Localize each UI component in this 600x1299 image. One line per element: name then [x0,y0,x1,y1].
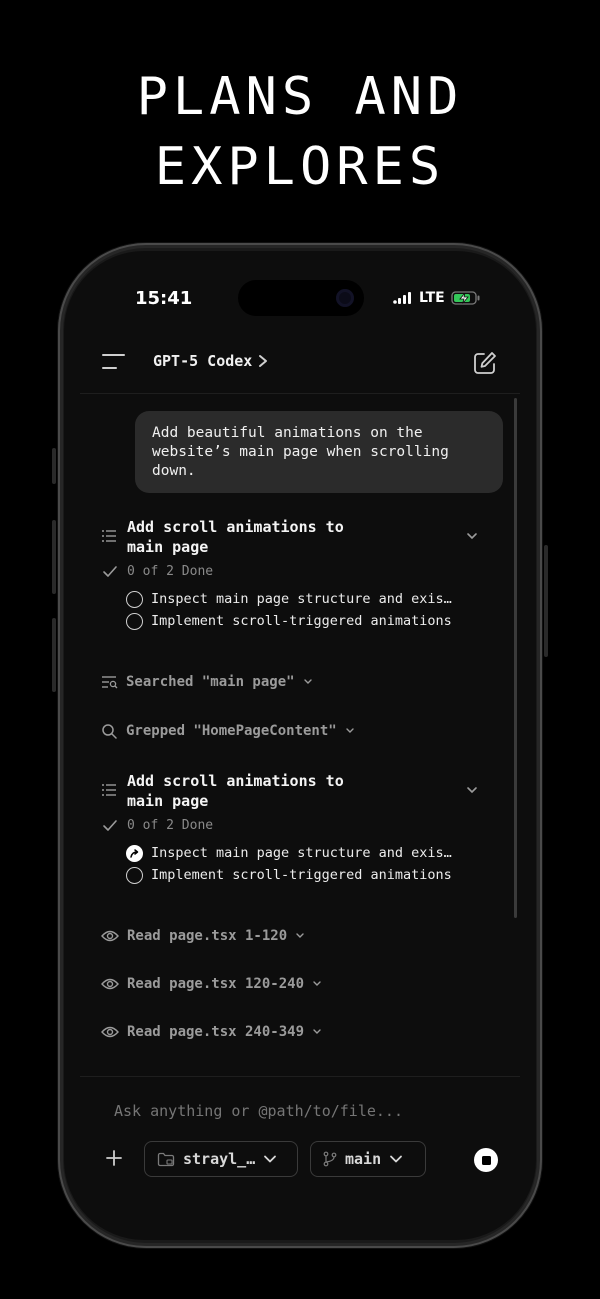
phone-screen [64,251,536,1240]
stop-button[interactable] [474,1148,498,1172]
chevron-down-icon [390,1155,403,1163]
plan-title-line-2: main page [127,538,209,556]
plan-title-line-2: main page [127,792,209,810]
plus-icon[interactable] [104,1148,124,1168]
plan-title: Add scroll animations to main page [127,517,427,557]
action-button [52,448,56,484]
chevron-right-icon [259,355,268,367]
dynamic-island [238,280,364,316]
task-item[interactable]: Inspect main page structure and exis… [126,589,452,609]
task-item[interactable]: Inspect main page structure and exis… [126,843,452,863]
chevron-down-icon [264,1155,277,1163]
power-button [544,545,548,657]
read-action[interactable]: Read page.tsx 240-349 [101,1024,322,1040]
grepped-label: Grepped "HomePageContent" [126,723,337,739]
stop-icon [481,1155,491,1165]
plan-progress: 0 of 2 Done [127,564,214,579]
git-branch-icon [323,1151,337,1167]
scrollbar[interactable] [514,398,517,918]
check-icon [103,566,117,577]
task-in-progress-icon [126,844,143,862]
list-icon [102,784,116,796]
task-pending-icon [126,866,143,884]
user-message-text: Add beautiful animations on the website’… [152,425,449,479]
network-type: LTE [419,290,445,306]
branch-selector[interactable]: main [310,1141,426,1177]
chevron-down-icon [313,981,321,986]
searched-label: Searched "main page" [126,674,295,690]
plan-title-line-1: Add scroll animations to [127,518,344,536]
eye-icon [101,930,119,942]
new-chat-icon[interactable] [472,350,498,376]
repo-selector[interactable]: strayl_… [144,1141,298,1177]
check-icon [103,820,117,831]
chevron-down-icon [303,679,312,684]
model-name: GPT-5 Codex [153,352,253,370]
model-selector[interactable]: GPT-5 Codex [153,352,268,370]
headline-line-1: PLANS AND [136,67,464,127]
read-action[interactable]: Read page.tsx 120-240 [101,976,322,992]
branch-label: main [345,1150,382,1168]
task-label: Inspect main page structure and exis… [151,845,452,861]
search-icon [102,724,117,739]
repo-label: strayl_… [183,1150,256,1168]
composer-input[interactable] [114,1102,494,1120]
camera-icon [336,289,354,307]
headline: PLANS AND EXPLORES [0,62,600,202]
headline-line-2: EXPLORES [154,137,446,197]
read-label: Read page.tsx 1-120 [127,928,288,944]
task-pending-icon [126,590,143,608]
plan-title: Add scroll animations to main page [127,771,427,811]
volume-up-button [52,520,56,594]
task-pending-icon [126,612,143,630]
menu-icon[interactable] [100,352,126,372]
chevron-down-icon [296,933,304,938]
plan-title-line-1: Add scroll animations to [127,772,344,790]
task-item[interactable]: Implement scroll-triggered animations [126,865,452,885]
list-icon [102,530,116,542]
task-item[interactable]: Implement scroll-triggered animations [126,611,452,631]
searched-action[interactable]: Searched "main page" [101,674,313,690]
status-time: 15:41 [135,288,193,309]
status-indicators: LTE [393,290,481,306]
read-label: Read page.tsx 240-349 [127,1024,305,1040]
task-label: Implement scroll-triggered animations [151,613,452,629]
task-label: Inspect main page structure and exis… [151,591,452,607]
chevron-down-icon [346,728,354,733]
chevron-down-icon[interactable] [466,530,478,542]
read-action[interactable]: Read page.tsx 1-120 [101,928,305,944]
plan-progress: 0 of 2 Done [127,818,214,833]
battery-charging-icon [451,291,480,305]
chevron-down-icon[interactable] [466,784,478,796]
signal-icon [393,292,411,304]
eye-icon [101,1026,119,1038]
volume-down-button [52,618,56,692]
search-list-icon [102,676,118,689]
chevron-down-icon [313,1029,321,1034]
composer-divider [80,1076,520,1077]
header-divider [80,393,520,394]
read-label: Read page.tsx 120-240 [127,976,305,992]
eye-icon [101,978,119,990]
grepped-action[interactable]: Grepped "HomePageContent" [101,723,355,739]
folder-icon [157,1152,175,1166]
task-label: Implement scroll-triggered animations [151,867,452,883]
user-message-bubble: Add beautiful animations on the website’… [135,411,503,493]
